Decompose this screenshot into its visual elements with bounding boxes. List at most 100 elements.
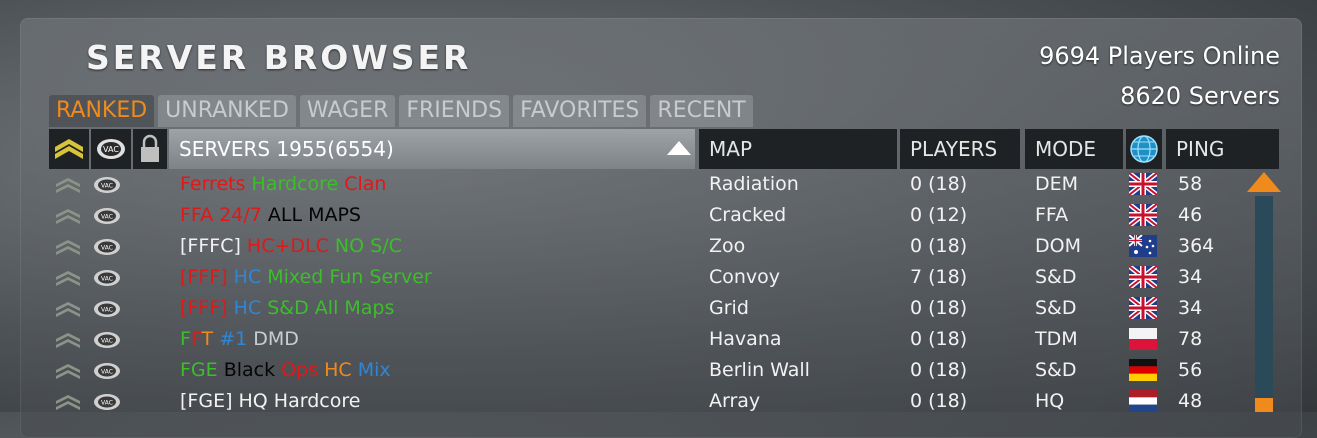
region-column-header[interactable] (1126, 129, 1162, 169)
server-name-segment: Mix (357, 359, 391, 381)
server-name-segment: F (180, 328, 191, 350)
tab-wager[interactable]: WAGER (299, 95, 396, 127)
vac-icon: VAC (97, 139, 125, 159)
ping-value: 34 (1178, 266, 1203, 288)
server-name-segment: Ferrets (180, 173, 252, 195)
server-name-segment: FGE (180, 359, 224, 381)
server-name: Ferrets Hardcore Clan (180, 169, 386, 200)
vac-icon: VAC (94, 394, 120, 410)
game-mode: HQ (1035, 390, 1065, 412)
vac-icon: VAC (94, 332, 120, 348)
scroll-up-arrow[interactable] (1247, 172, 1281, 192)
table-row[interactable]: VAC [FFFC] HC+DLC NO S/C Zoo 0 (18) DOM 364 (49, 231, 1249, 262)
scrollbar-track[interactable] (1255, 196, 1273, 412)
germany-flag-icon (1129, 359, 1157, 381)
server-name: [FFF] HC S&D All Maps (180, 293, 394, 324)
player-count: 0 (12) (910, 204, 968, 226)
svg-text:VAC: VAC (101, 214, 113, 221)
server-name-segment: Black (223, 359, 282, 381)
map-name: Array (709, 390, 761, 412)
ping-column-header[interactable]: PING (1166, 129, 1279, 169)
server-name-segment: S&D All Maps (267, 297, 395, 319)
ping-value: 78 (1178, 328, 1203, 350)
sergeant-chevron-icon (56, 271, 80, 286)
game-mode: DOM (1035, 235, 1081, 257)
game-mode: S&D (1035, 266, 1077, 288)
server-name: [FFFC] HC+DLC NO S/C (180, 231, 402, 262)
server-stats: 9694 Players Online 8620 Servers (1039, 36, 1280, 116)
server-name-segment: HC (324, 359, 358, 381)
tab-unranked[interactable]: UNRANKED (158, 95, 296, 127)
table-row[interactable]: VAC [FFF] HC Mixed Fun Server Convoy 7 (18)… (49, 262, 1249, 293)
server-name-segment: HC (233, 266, 268, 288)
vac-icon: VAC (94, 363, 120, 379)
vac-icon: VAC (94, 270, 120, 286)
server-name-segment: NO S/C (334, 235, 402, 257)
uk-flag-icon (1129, 173, 1157, 195)
mode-column-header[interactable]: MODE (1025, 129, 1123, 169)
sergeant-chevron-icon (56, 333, 80, 348)
server-name-segment: Ops (281, 359, 325, 381)
table-row[interactable]: VAC FFT #1 DMD Havana 0 (18) TDM 78 (49, 324, 1249, 355)
server-name-segment: [FGE] HQ Hardcore (180, 390, 361, 412)
sergeant-chevron-icon (56, 364, 80, 379)
lock-icon (141, 134, 159, 162)
sergeant-chevron-icon (56, 209, 80, 224)
server-name-segment: [FFF] (180, 297, 234, 319)
game-mode: S&D (1035, 297, 1077, 319)
server-name: FFA 24/7 ALL MAPS (180, 200, 361, 231)
server-name-segment: Mixed Fun Server (267, 266, 432, 288)
table-row[interactable]: VAC [FFF] HC S&D All Maps Grid 0 (18) S&D 34 (49, 293, 1249, 324)
map-name: Havana (709, 328, 782, 350)
server-name-segment: HC+DLC (246, 235, 335, 257)
server-name-segment: T (201, 328, 220, 350)
uk-flag-icon (1129, 297, 1157, 319)
svg-text:VAC: VAC (101, 307, 113, 314)
table-row[interactable]: VAC Ferrets Hardcore Clan Radiation 0 (18) D… (49, 169, 1249, 200)
server-name-segment: #1 (219, 328, 254, 350)
table-row[interactable]: VAC [FGE] HQ Hardcore Array 0 (18) HQ 48 (49, 386, 1249, 417)
player-count: 0 (18) (910, 328, 968, 350)
tab-recent[interactable]: RECENT (650, 95, 753, 127)
tab-friends[interactable]: FRIENDS (399, 95, 510, 127)
vac-column-header[interactable]: VAC (91, 129, 131, 169)
player-count: 0 (18) (910, 297, 968, 319)
netherlands-flag-icon (1129, 390, 1157, 412)
player-count: 0 (18) (910, 235, 968, 257)
table-row[interactable]: VAC FGE Black Ops HC Mix Berlin Wall 0 (18)… (49, 355, 1249, 386)
server-name-segment: DMD (253, 328, 299, 350)
rank-column-header[interactable] (49, 129, 89, 169)
globe-icon (1130, 135, 1158, 163)
svg-text:VAC: VAC (101, 183, 113, 190)
server-name-segment: F (190, 328, 202, 350)
poland-flag-icon (1129, 328, 1157, 350)
svg-text:VAC: VAC (103, 145, 119, 154)
ping-value: 34 (1178, 297, 1203, 319)
map-name: Berlin Wall (709, 359, 810, 381)
table-header: VAC SERVERS 1955(6554) MAP PLAYERS MODE … (49, 129, 1279, 169)
server-name-segment: FFA 24/7 (180, 204, 268, 226)
server-name-segment: [FFFC] (180, 235, 247, 257)
filter-tabs: RANKED UNRANKED WAGER FRIENDS FAVORITES … (49, 95, 753, 127)
game-mode: TDM (1035, 328, 1078, 350)
table-row[interactable]: VAC FFA 24/7 ALL MAPS Cracked 0 (12) FFA 46 (49, 200, 1249, 231)
players-column-header[interactable]: PLAYERS (900, 129, 1020, 169)
tab-favorites[interactable]: FAVORITES (513, 95, 647, 127)
servers-column-header[interactable]: SERVERS 1955(6554) (169, 129, 695, 169)
vac-icon: VAC (94, 208, 120, 224)
game-mode: DEM (1035, 173, 1079, 195)
servers-count: 8620 Servers (1120, 82, 1280, 110)
scrollbar-thumb[interactable] (1255, 398, 1273, 412)
map-column-header[interactable]: MAP (699, 129, 897, 169)
australia-flag-icon (1129, 235, 1157, 257)
svg-text:VAC: VAC (101, 400, 113, 407)
vac-icon: VAC (94, 177, 120, 193)
svg-text:VAC: VAC (101, 276, 113, 283)
uk-flag-icon (1129, 266, 1157, 288)
player-count: 0 (18) (910, 359, 968, 381)
lock-column-header[interactable] (133, 129, 167, 169)
tab-ranked[interactable]: RANKED (49, 95, 155, 127)
map-name: Cracked (709, 204, 787, 226)
ping-value: 56 (1178, 359, 1203, 381)
player-count: 0 (18) (910, 390, 968, 412)
